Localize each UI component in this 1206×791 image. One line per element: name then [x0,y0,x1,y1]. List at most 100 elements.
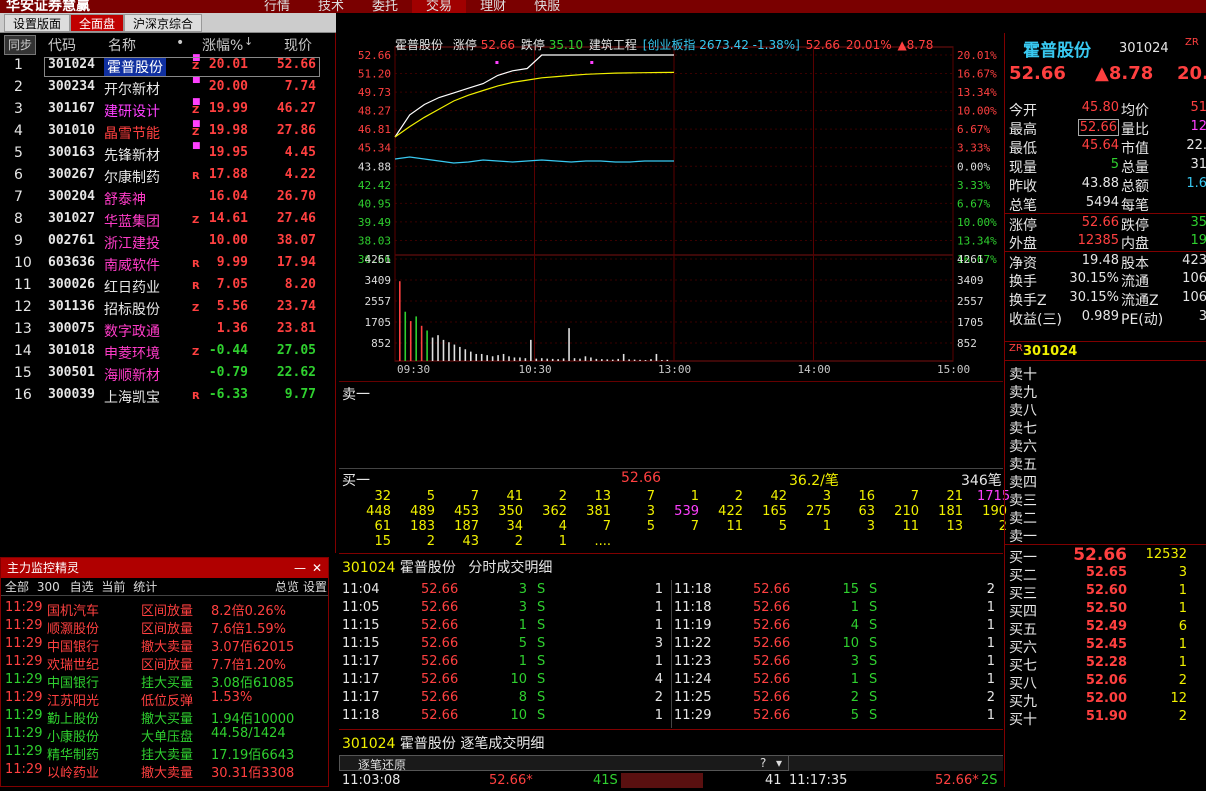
col-name-header[interactable]: 名称 [108,35,136,55]
monitor-row[interactable]: 11:29 江苏阳光 低位反弹 1.53% [1,689,330,709]
row-code: 300234 [48,79,95,94]
stock-row[interactable]: 9 002761 浙江建投 10.00 38.07 [0,231,336,253]
restore-bar[interactable]: 逐笔还原 ? ▾ [339,755,789,772]
col-change-header[interactable]: 涨幅% [202,35,243,55]
monitor-row[interactable]: 11:29 以岭药业 撤大卖量 30.31佰3308 [1,761,330,781]
monitor-row[interactable]: 11:29 欢瑞世纪 区间放量 7.7倍1.20% [1,653,330,673]
tick-by-tick-panel: 301024 霍普股份 逐笔成交明细 逐笔还原 ? ▾ 11:03:08 52.… [339,729,1003,788]
monitor-row[interactable]: 11:29 国机汽车 区间放量 8.2倍0.26% [1,599,330,619]
row-index: 2 [14,79,23,95]
monitor-row[interactable]: 11:29 顺灏股份 区间放量 7.6倍1.59% [1,617,330,637]
intraday-chart[interactable]: 52.66 20.01% 51.20 16.67% 49.73 13.34% 48.27 10… [339,33,1003,381]
quote-label: 今开 [1009,103,1037,119]
trade-count: 4 [654,672,663,687]
trade-side: S [869,672,878,687]
overview-button[interactable]: 总览 [275,578,299,596]
sync-button[interactable]: 同步 [4,35,37,55]
buy-level-row[interactable]: 买五 52.49 6 [1005,619,1206,638]
monitor-row[interactable]: 11:29 中国银行 撤大卖量 3.07佰62015 [1,635,330,655]
quote-change: 20.01 [1177,63,1206,84]
menu-item-1[interactable]: 技术 [304,0,358,13]
stock-row[interactable]: 10 603636 南威软件 R 9.99 17.94 [0,253,336,275]
chevron-down-icon[interactable]: ▾ [776,756,782,770]
filter-current[interactable]: 当前 [101,580,125,594]
col-code-header[interactable]: 代码 [48,35,76,55]
stock-row[interactable]: 13 300075 数字政通 1.36 23.81 [0,319,336,341]
trade-side: S [869,600,878,615]
stock-row[interactable]: 8 301027 华蓝集团 Z 14.61 27.46 [0,209,336,231]
menu-item-2[interactable]: 委托 [358,0,412,13]
time-tick: 14:00 [798,363,831,376]
menu-item-5[interactable]: 快服 [520,0,574,13]
volume-bar [557,359,559,361]
buy-level-row[interactable]: 买六 52.45 1 [1005,637,1206,656]
row-price: 46.27 [276,101,316,116]
menu-item-0[interactable]: 行情 [250,0,304,13]
monitor-row[interactable]: 11:29 小康股份 大单压盘 44.58/1424 [1,725,330,745]
stock-row[interactable]: 5 300163 先锋新材 ■ 19.95 4.45 [0,141,336,165]
trade-side: S [537,600,546,615]
monitor-row[interactable]: 11:29 中国银行 挂大买量 3.08佰61085 [1,671,330,691]
quote-label: 换手Z [1009,293,1047,309]
stock-row[interactable]: 1 301024 霍普股份 Z ■ 20.01 52.66 [0,53,336,77]
menu-item-3[interactable]: 交易 [412,0,467,13]
volume-bar [530,339,532,361]
stock-row[interactable]: 3 301167 建研设计 Z ■ 19.99 46.27 [0,97,336,121]
stock-row[interactable]: 6 300267 尔康制药 R 17.88 4.22 [0,165,336,187]
buy-level-row[interactable]: 买九 52.00 12 [1005,691,1206,710]
header-change: 20.01% [845,38,892,52]
stock-row[interactable]: 7 300204 舒泰神 16.04 26.70 [0,187,336,209]
stock-row[interactable]: 15 300501 海顺新材 -0.79 22.62 [0,363,336,385]
minimize-icon[interactable]: — [294,558,306,578]
stock-row[interactable]: 11 300026 红日药业 R 7.05 8.20 [0,275,336,297]
trade-side: S [537,582,546,597]
stock-row[interactable]: 14 301018 申菱环境 Z -0.44 27.05 [0,341,336,363]
row-code: 301167 [48,101,95,116]
index-label[interactable]: [创业板指 2673.42 -1.38%] [643,38,800,52]
close-icon[interactable]: ✕ [312,558,322,578]
buy-level-row[interactable]: 买二 52.65 3 [1005,565,1206,584]
row-price: 27.86 [276,123,316,138]
stock-row[interactable]: 2 300234 开尔新材 ■ 20.00 7.74 [0,75,336,99]
trade-price: 52.66 [753,636,791,651]
stock-row[interactable]: 16 300039 上海凯宝 R -6.33 9.77 [0,385,336,407]
quote-row: 换手 30.15% 流通 106 [1005,270,1206,290]
quote-label-2: 量比 [1121,122,1149,138]
buy-level-row[interactable]: 买七 52.28 1 [1005,655,1206,674]
tab-sh-sz-composite[interactable]: 沪深京综合 [124,14,203,32]
col-dot-header: • [176,35,185,51]
buy-level-row[interactable]: 买一 52.66 12532 [1005,545,1206,566]
row-code: 300267 [48,167,95,182]
buy-level-row[interactable]: 买四 52.50 1 [1005,601,1206,620]
intraday-chart-svg: 52.66 20.01% 51.20 16.67% 49.73 13.34% 48.27 10… [358,46,997,376]
limit-up-label: 涨停 [452,38,477,52]
tab-full-board[interactable]: 全面盘 [70,14,125,32]
volume-bar [469,351,472,361]
row-change: 14.61 [208,211,248,226]
monitor-row[interactable]: 11:29 勤上股份 撤大买量 1.94佰10000 [1,707,330,727]
vol-tick-right: 4261 [957,253,984,266]
quote-value: 45.64 [1081,138,1119,153]
monitor-settings-button[interactable]: 设置 [303,578,327,596]
price-tick: 38.03 [358,234,391,247]
buy-level-row[interactable]: 买三 52.60 1 [1005,583,1206,602]
menu-item-4[interactable]: 理财 [466,0,520,13]
stock-row[interactable]: 4 301010 晶雪节能 Z ■ 19.98 27.86 [0,119,336,143]
filter-stat[interactable]: 统计 [133,580,157,594]
buy-level-price: 52.65 [1085,565,1127,580]
buy-level-row[interactable]: 买八 52.06 2 [1005,673,1206,692]
volume-bar [491,356,494,361]
row-change: 5.56 [216,299,248,314]
col-price-header[interactable]: 现价 [284,35,312,55]
row-change: 9.99 [216,255,248,270]
tab-layout-settings[interactable]: 设置版面 [4,14,71,32]
sector-label[interactable]: 建筑工程 [589,38,637,52]
filter-self[interactable]: 自选 [70,580,94,594]
filter-all[interactable]: 全部 [5,580,29,594]
volume-bar [437,335,439,361]
help-icon[interactable]: ? [760,756,766,770]
quote-value: 30.15% [1069,290,1119,305]
monitor-row[interactable]: 11:29 精华制药 挂大卖量 17.19佰6643 [1,743,330,763]
stock-row[interactable]: 12 301136 招标股份 Z 5.56 23.74 [0,297,336,319]
buy-level-row[interactable]: 买十 51.90 2 [1005,709,1206,728]
